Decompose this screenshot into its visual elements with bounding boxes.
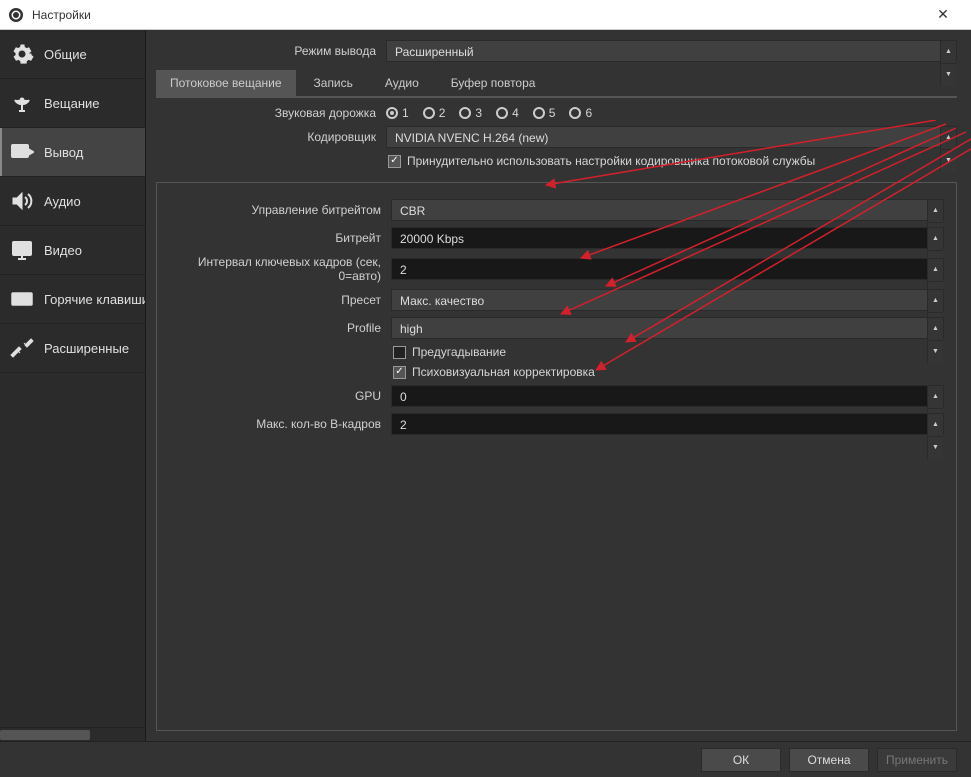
app-icon: [8, 7, 24, 23]
tab-audio[interactable]: Аудио: [371, 70, 433, 96]
profile-value: high: [400, 322, 423, 336]
tools-icon: [10, 336, 34, 360]
output-mode-label: Режим вывода: [156, 44, 378, 58]
bitrate-label: Битрейт: [161, 231, 383, 245]
rate-control-value: CBR: [400, 204, 425, 218]
tab-recording[interactable]: Запись: [300, 70, 367, 96]
keyframe-input[interactable]: 2 ▲▼: [391, 258, 944, 280]
profile-select[interactable]: high ▲▼: [391, 317, 944, 339]
output-mode-value: Расширенный: [395, 45, 474, 59]
video-icon: [10, 238, 34, 262]
audio-track-1[interactable]: 1: [386, 106, 409, 120]
ok-button[interactable]: ОК: [701, 748, 781, 772]
close-button[interactable]: ✕: [923, 6, 963, 23]
broadcast-icon: [10, 91, 34, 115]
encoder-settings-panel: Управление битрейтом CBR ▲▼ Битрейт 2000…: [156, 182, 957, 731]
bframes-input[interactable]: 2 ▲▼: [391, 413, 944, 435]
audio-track-radios: 1 2 3 4 5 6: [386, 106, 957, 120]
audio-icon: [10, 189, 34, 213]
dialog-footer: ОК Отмена Применить: [0, 741, 971, 777]
encoder-value: NVIDIA NVENC H.264 (new): [395, 131, 548, 145]
audio-track-label: Звуковая дорожка: [156, 106, 378, 120]
tab-replay[interactable]: Буфер повтора: [437, 70, 550, 96]
keyboard-icon: [10, 287, 34, 311]
lookahead-label: Предугадывание: [412, 345, 506, 359]
rate-control-select[interactable]: CBR ▲▼: [391, 199, 944, 221]
sidebar-item-hotkeys[interactable]: Горячие клавиши: [0, 275, 145, 324]
sidebar-item-audio[interactable]: Аудио: [0, 177, 145, 226]
preset-select[interactable]: Макс. качество ▲▼: [391, 289, 944, 311]
gpu-input[interactable]: 0 ▲▼: [391, 385, 944, 407]
audio-track-3[interactable]: 3: [459, 106, 482, 120]
enforce-label: Принудительно использовать настройки код…: [407, 154, 815, 168]
sidebar-item-stream[interactable]: Вещание: [0, 79, 145, 128]
psycho-label: Психовизуальная корректировка: [412, 365, 595, 379]
output-icon: [10, 140, 34, 164]
preset-value: Макс. качество: [400, 294, 484, 308]
encoder-label: Кодировщик: [156, 130, 378, 144]
encoder-select[interactable]: NVIDIA NVENC H.264 (new) ▲▼: [386, 126, 957, 148]
rate-control-label: Управление битрейтом: [161, 203, 383, 217]
gear-icon: [10, 42, 34, 66]
bitrate-input[interactable]: 20000 Kbps ▲▼: [391, 227, 944, 249]
sidebar-item-video[interactable]: Видео: [0, 226, 145, 275]
window-title: Настройки: [32, 8, 923, 22]
enforce-checkbox[interactable]: Принудительно использовать настройки код…: [388, 154, 815, 168]
output-mode-select[interactable]: Расширенный ▲▼: [386, 40, 957, 62]
sidebar-item-label: Горячие клавиши: [44, 292, 146, 307]
content-area: Режим вывода Расширенный ▲▼ Потоковое ве…: [146, 30, 971, 741]
sidebar-item-label: Общие: [44, 47, 87, 62]
sidebar-item-output[interactable]: Вывод: [0, 128, 145, 177]
bframes-label: Макс. кол-во B-кадров: [161, 417, 383, 431]
gpu-value: 0: [400, 390, 407, 404]
keyframe-label: Интервал ключевых кадров (сек, 0=авто): [161, 255, 383, 283]
output-tabs: Потоковое вещание Запись Аудио Буфер пов…: [156, 70, 957, 98]
sidebar-item-label: Расширенные: [44, 341, 129, 356]
cancel-button[interactable]: Отмена: [789, 748, 869, 772]
sidebar-item-label: Вещание: [44, 96, 100, 111]
tab-streaming[interactable]: Потоковое вещание: [156, 70, 296, 96]
preset-label: Пресет: [161, 293, 383, 307]
audio-track-6[interactable]: 6: [569, 106, 592, 120]
sidebar-item-label: Вывод: [44, 145, 83, 160]
audio-track-5[interactable]: 5: [533, 106, 556, 120]
audio-track-4[interactable]: 4: [496, 106, 519, 120]
lookahead-checkbox[interactable]: Предугадывание: [393, 345, 506, 359]
psycho-checkbox[interactable]: Психовизуальная корректировка: [393, 365, 595, 379]
sidebar: Общие Вещание Вывод Аудио Видео Горячие …: [0, 30, 146, 741]
title-bar: Настройки ✕: [0, 0, 971, 30]
audio-track-2[interactable]: 2: [423, 106, 446, 120]
sidebar-item-advanced[interactable]: Расширенные: [0, 324, 145, 373]
gpu-label: GPU: [161, 389, 383, 403]
sidebar-scrollbar[interactable]: [0, 727, 145, 741]
profile-label: Profile: [161, 321, 383, 335]
sidebar-item-label: Аудио: [44, 194, 81, 209]
bframes-value: 2: [400, 418, 407, 432]
bitrate-value: 20000 Kbps: [400, 232, 464, 246]
keyframe-value: 2: [400, 263, 407, 277]
apply-button[interactable]: Применить: [877, 748, 957, 772]
sidebar-item-label: Видео: [44, 243, 82, 258]
sidebar-item-general[interactable]: Общие: [0, 30, 145, 79]
